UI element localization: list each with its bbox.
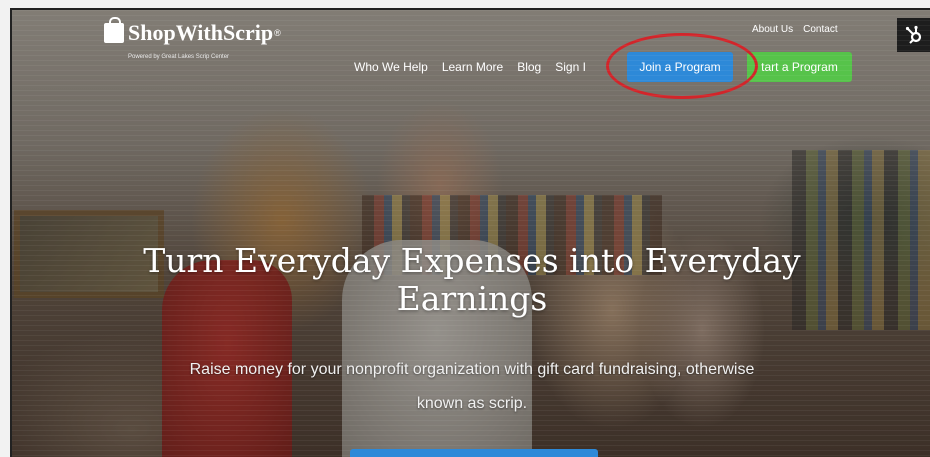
hubspot-sprocket-icon[interactable] <box>897 18 930 52</box>
hero-title: Turn Everyday Expenses into Everyday Ear… <box>12 242 930 318</box>
hero-title-line1: Turn Everyday Expenses into Everyday <box>143 241 801 280</box>
hero-subtitle-line2: known as scrip. <box>416 395 528 412</box>
browser-viewport: ShopWithScrip ® Powered by Great Lakes S… <box>10 8 930 457</box>
trademark-symbol: ® <box>274 28 281 38</box>
hero-subtitle: Raise money for your nonprofit organizat… <box>122 353 822 421</box>
nav-learn-more[interactable]: Learn More <box>442 60 503 74</box>
contact-link[interactable]: Contact <box>803 24 837 35</box>
nav-blog[interactable]: Blog <box>517 60 541 74</box>
hero-subtitle-line1: Raise money for your nonprofit organizat… <box>189 361 755 378</box>
utility-links: About Us Contact <box>752 24 838 35</box>
logo-wordmark: ShopWithScrip <box>128 20 274 45</box>
about-us-link[interactable]: About Us <box>752 24 793 35</box>
start-a-program-button[interactable]: tart a Program <box>747 52 852 82</box>
screenshot-frame: ShopWithScrip ® Powered by Great Lakes S… <box>0 0 930 457</box>
hero-cta-button-edge[interactable] <box>350 449 598 457</box>
nav-who-we-help[interactable]: Who We Help <box>354 60 428 74</box>
logo-tagline: Powered by Great Lakes Scrip Center <box>128 54 230 60</box>
shopping-bag-icon <box>104 17 124 43</box>
hubspot-sprocket-glyph <box>905 25 922 44</box>
hero-title-line2: Earnings <box>396 279 548 318</box>
nav-sign-in[interactable]: Sign I <box>555 60 586 74</box>
main-nav: Who We Help Learn More Blog Sign I <box>354 60 600 74</box>
red-annotation-circle <box>606 33 758 99</box>
site-logo[interactable]: ShopWithScrip ® <box>104 17 281 46</box>
